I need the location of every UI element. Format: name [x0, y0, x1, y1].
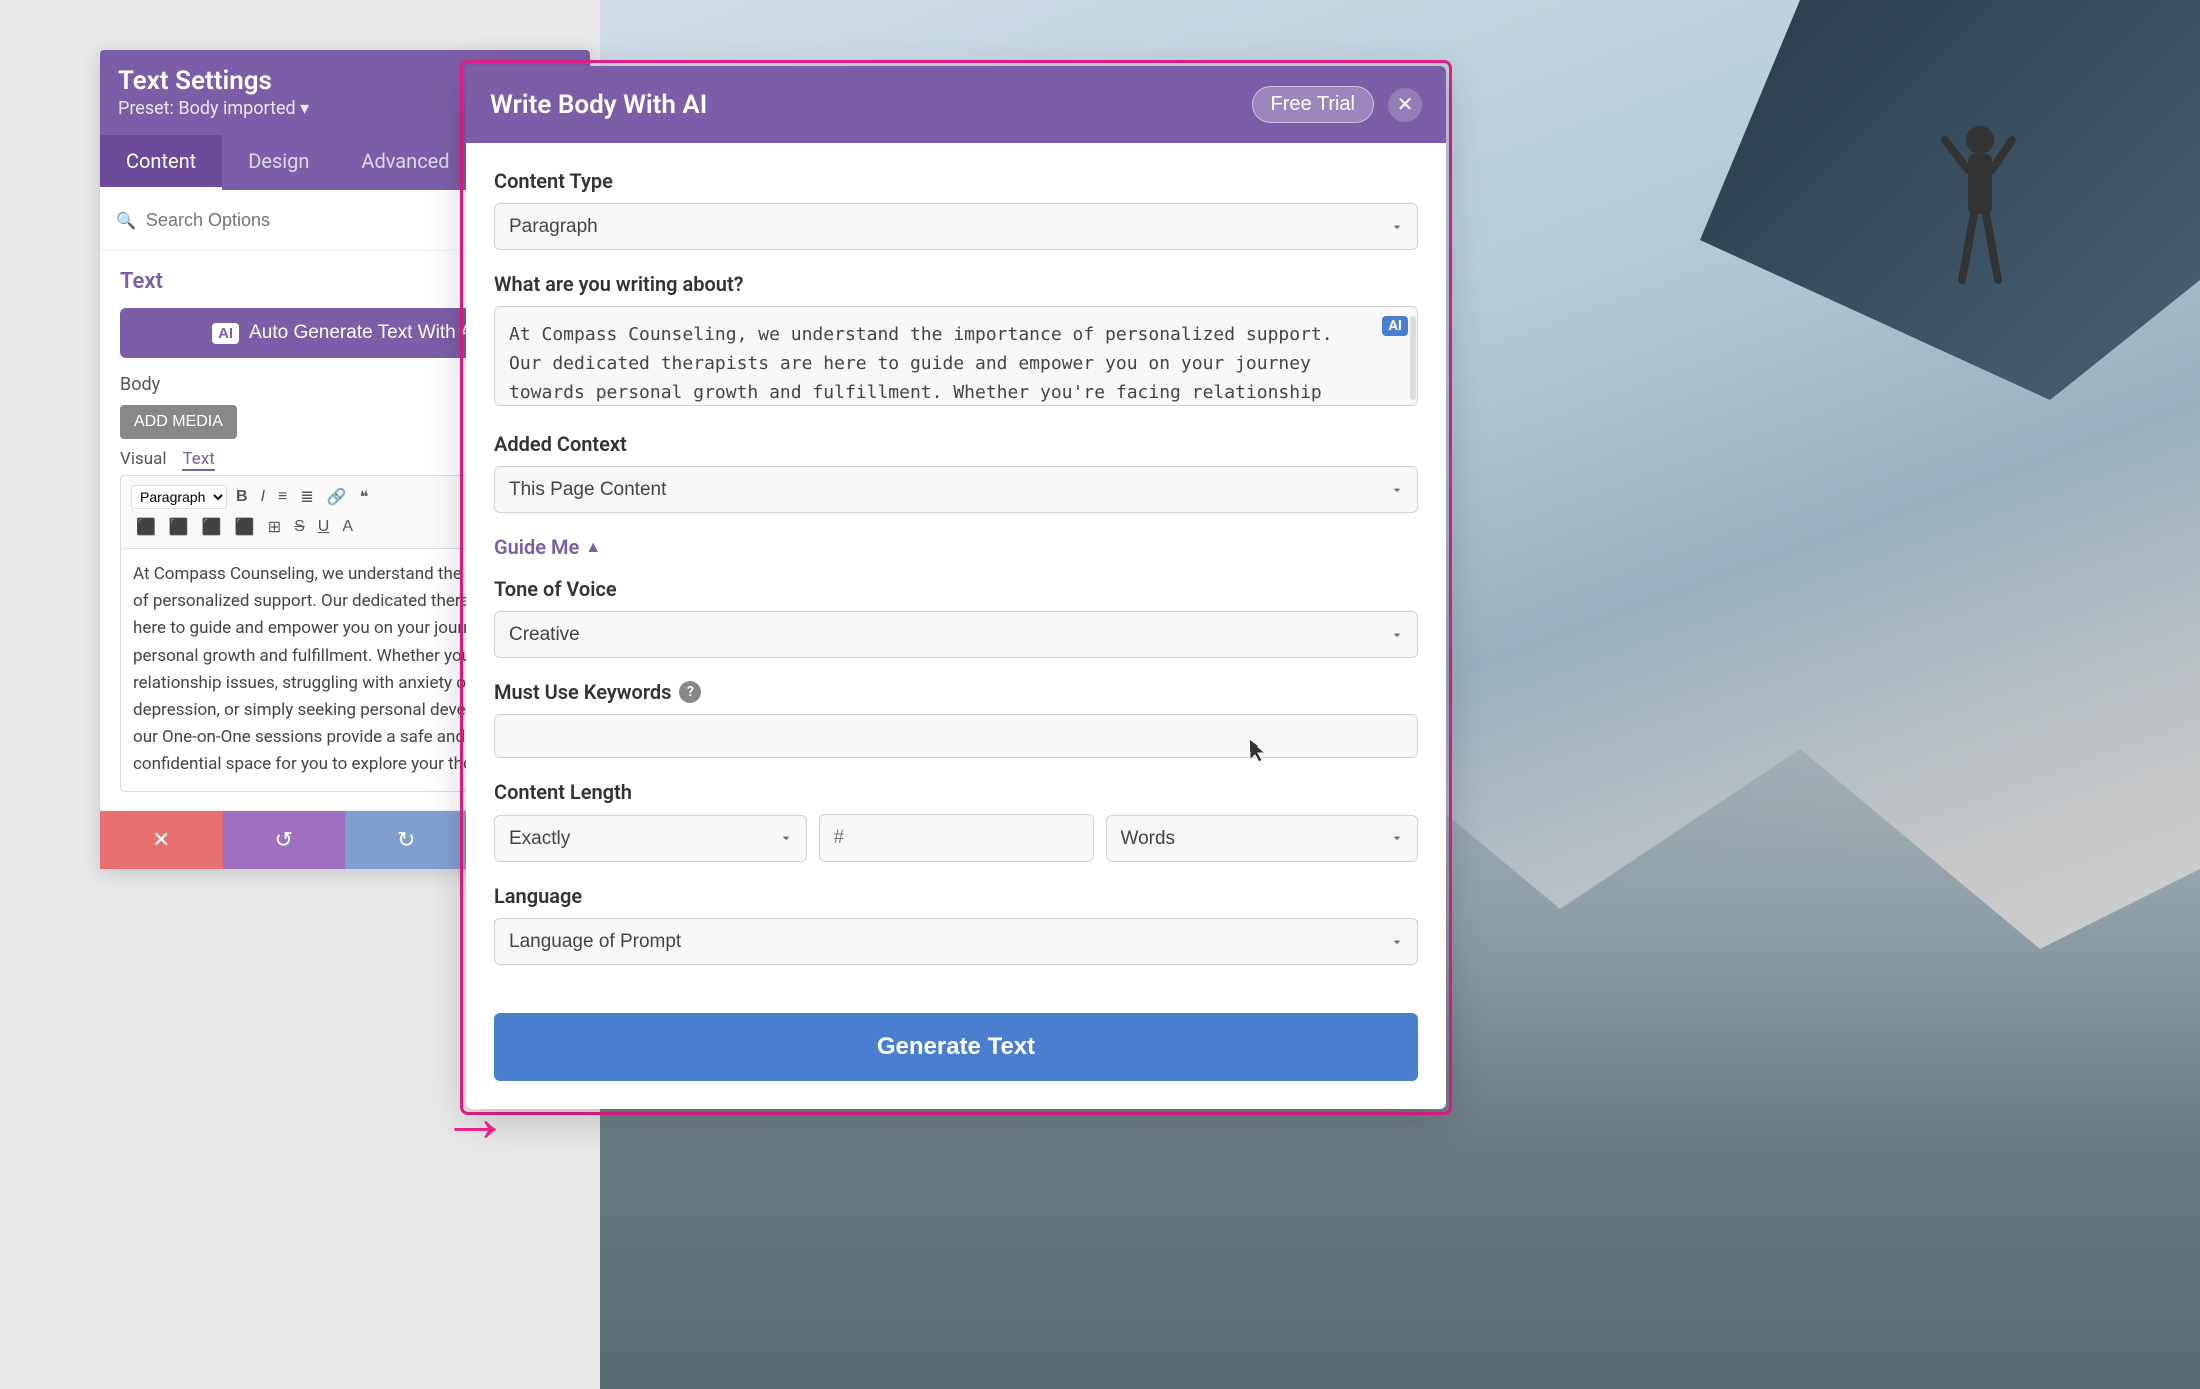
keywords-field: Must Use Keywords ? — [494, 680, 1418, 758]
text-tab[interactable]: Text — [182, 449, 214, 471]
modal-header: Write Body With AI Free Trial ✕ — [466, 66, 1446, 143]
content-type-select[interactable]: Paragraph List Heading — [494, 203, 1418, 250]
align-justify-button[interactable]: ⬛ — [230, 514, 260, 540]
align-left-button[interactable]: ⬛ — [131, 514, 161, 540]
modal-footer: Generate Text — [466, 1013, 1446, 1109]
align-right-button[interactable]: ⬛ — [197, 514, 227, 540]
ai-modal-wrapper: Write Body With AI Free Trial ✕ Content … — [460, 60, 1452, 1115]
color-button[interactable]: A — [337, 515, 358, 539]
section-title: Text — [120, 269, 163, 294]
free-trial-badge[interactable]: Free Trial — [1252, 86, 1374, 123]
content-length-label: Content Length — [494, 780, 1418, 804]
writing-about-label: What are you writing about? — [494, 272, 1418, 296]
underline-button[interactable]: U — [313, 515, 335, 539]
content-length-number-input[interactable] — [819, 814, 1094, 862]
tone-of-voice-field: Tone of Voice Creative Professional Casu… — [494, 577, 1418, 658]
ol-button[interactable]: ≣ — [295, 484, 318, 510]
person-silhouette — [1940, 120, 2020, 320]
tab-advanced[interactable]: Advanced — [335, 135, 475, 190]
modal-body: Content Type Paragraph List Heading What… — [466, 143, 1446, 1013]
language-field: Language Language of Prompt English Span… — [494, 884, 1418, 965]
search-icon: 🔍 — [116, 211, 136, 230]
panel-title: Text Settings — [118, 66, 309, 96]
generate-text-button[interactable]: Generate Text — [494, 1013, 1418, 1081]
strikethrough-button[interactable]: S — [289, 515, 310, 539]
ai-generate-label: Auto Generate Text With AI — [249, 322, 478, 344]
language-select[interactable]: Language of Prompt English Spanish Frenc… — [494, 918, 1418, 965]
writing-about-wrapper: At Compass Counseling, we understand the… — [494, 306, 1418, 410]
panel-header-text: Text Settings Preset: Body imported ▾ — [118, 66, 309, 119]
keywords-help-icon[interactable]: ? — [679, 681, 701, 703]
tab-content[interactable]: Content — [100, 135, 222, 190]
writing-about-textarea[interactable]: At Compass Counseling, we understand the… — [494, 306, 1418, 406]
added-context-select[interactable]: This Page Content None Custom — [494, 466, 1418, 513]
modal-title: Write Body With AI — [490, 90, 707, 120]
content-length-exactly-select[interactable]: Exactly At Least At Most — [494, 815, 807, 862]
keywords-label: Must Use Keywords ? — [494, 680, 1418, 704]
add-media-button[interactable]: ADD MEDIA — [120, 405, 237, 439]
ai-badge: AI — [212, 323, 239, 344]
align-center-button[interactable]: ⬛ — [164, 514, 194, 540]
ai-modal: Write Body With AI Free Trial ✕ Content … — [466, 66, 1446, 1109]
quote-button[interactable]: ❝ — [355, 484, 374, 510]
bold-button[interactable]: B — [231, 485, 253, 509]
visual-tab[interactable]: Visual — [120, 449, 166, 471]
content-length-words-select[interactable]: Words Sentences Paragraphs — [1106, 815, 1419, 862]
language-label: Language — [494, 884, 1418, 908]
table-button[interactable]: ⊞ — [263, 514, 286, 540]
cancel-button[interactable]: ✕ — [100, 811, 223, 869]
content-length-field: Content Length Exactly At Least At Most … — [494, 780, 1418, 862]
arrow-indicator: → — [440, 1077, 510, 1159]
ul-button[interactable]: ≡ — [273, 485, 292, 509]
search-input[interactable] — [146, 210, 486, 231]
guide-me-arrow: ▲ — [585, 537, 601, 557]
undo-button[interactable]: ↺ — [223, 811, 346, 869]
redo-button[interactable]: ↻ — [345, 811, 468, 869]
tab-design[interactable]: Design — [222, 135, 335, 190]
ai-indicator: AI — [1382, 316, 1408, 336]
italic-button[interactable]: I — [256, 485, 270, 509]
tone-of-voice-label: Tone of Voice — [494, 577, 1418, 601]
content-type-label: Content Type — [494, 169, 1418, 193]
modal-close-button[interactable]: ✕ — [1388, 88, 1422, 122]
added-context-field: Added Context This Page Content None Cus… — [494, 432, 1418, 513]
add-media-label: ADD MEDIA — [134, 413, 223, 430]
guide-me-link[interactable]: Guide Me ▲ — [494, 535, 601, 559]
tone-of-voice-select[interactable]: Creative Professional Casual Formal — [494, 611, 1418, 658]
paragraph-select[interactable]: Paragraph — [131, 485, 227, 509]
modal-header-right: Free Trial ✕ — [1252, 86, 1422, 123]
keywords-input[interactable] — [494, 714, 1418, 758]
writing-about-field: What are you writing about? At Compass C… — [494, 272, 1418, 410]
content-length-row: Exactly At Least At Most Words Sentences… — [494, 814, 1418, 862]
modal-border: Write Body With AI Free Trial ✕ Content … — [460, 60, 1452, 1115]
guide-me-label: Guide Me — [494, 535, 579, 559]
align-buttons: ⬛ ⬛ ⬛ ⬛ ⊞ S U A — [131, 514, 358, 540]
added-context-label: Added Context — [494, 432, 1418, 456]
content-type-field: Content Type Paragraph List Heading — [494, 169, 1418, 250]
format-buttons: B I ≡ ≣ 🔗 ❝ — [231, 484, 373, 510]
panel-subtitle: Preset: Body imported ▾ — [118, 98, 309, 119]
link-button[interactable]: 🔗 — [322, 484, 352, 510]
